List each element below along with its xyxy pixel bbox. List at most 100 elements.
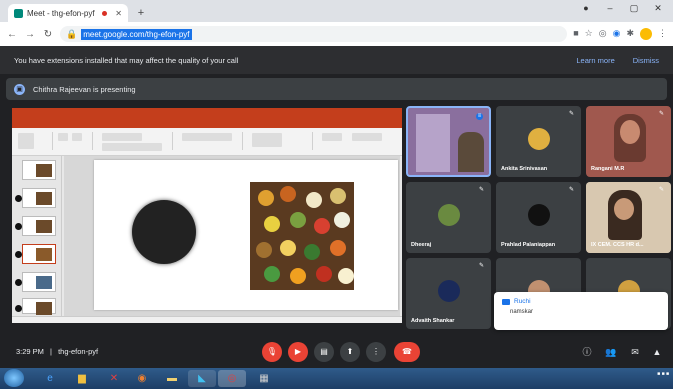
slide-thumbnail xyxy=(15,188,56,208)
spices-photo xyxy=(250,182,354,290)
chat-icon xyxy=(502,298,510,305)
participant-name: Dheeraj xyxy=(411,242,432,248)
menu-kebab-icon[interactable]: ⋮ xyxy=(658,28,667,40)
people-icon[interactable]: 👥 xyxy=(604,345,618,359)
presenting-text: Chithra Rajeevan is presenting xyxy=(33,84,136,94)
presentation-icon: ▣ xyxy=(14,83,25,95)
close-window-button[interactable]: ✕ xyxy=(649,3,667,14)
participant-avatar xyxy=(528,128,550,150)
captions-button[interactable]: ▤ xyxy=(314,342,334,362)
participant-tile[interactable]: ✎ Advaith Shankar xyxy=(406,258,491,329)
profile-icon[interactable]: ● xyxy=(577,3,595,14)
slide-thumbnail xyxy=(15,298,56,315)
participant-avatar xyxy=(528,204,550,226)
muted-mic-icon: ✎ xyxy=(658,187,665,193)
minimize-button[interactable]: – xyxy=(601,3,619,14)
shared-screen-presentation xyxy=(12,108,402,323)
participant-name: IX CEM. CCS HR d... xyxy=(591,242,644,248)
participant-avatar xyxy=(438,204,460,226)
browser-tab-strip: Meet - thg-efon-pyf ✕ + ● – ▢ ✕ xyxy=(0,0,673,22)
muted-mic-icon: ✎ xyxy=(568,187,575,193)
extension-warning-text: You have extensions installed that may a… xyxy=(14,55,239,65)
window-controls: ● – ▢ ✕ xyxy=(577,3,667,14)
camera-permission-icon[interactable]: ■ xyxy=(573,28,578,40)
participant-avatar xyxy=(438,280,460,302)
meet-favicon-icon xyxy=(14,8,23,18)
reload-button[interactable]: ↻ xyxy=(42,29,54,40)
close-tab-icon[interactable]: ✕ xyxy=(115,9,122,18)
slide-thumbnail-selected xyxy=(15,244,56,264)
muted-mic-icon: ✎ xyxy=(478,263,485,269)
slide-canvas xyxy=(64,156,400,316)
participant-name: Advaith Shankar xyxy=(411,318,455,324)
lock-icon: 🔒 xyxy=(66,28,78,39)
participant-tile[interactable]: ≡ xyxy=(406,106,491,177)
participant-name: Rangani M.R xyxy=(591,166,625,172)
black-circle-shape xyxy=(132,200,196,264)
maximize-button[interactable]: ▢ xyxy=(625,3,643,14)
slide-thumbnail xyxy=(15,216,56,236)
participant-tile[interactable]: ✎ IX CEM. CCS HR d... xyxy=(586,182,671,253)
start-button[interactable] xyxy=(4,369,24,387)
learn-more-link[interactable]: Learn more xyxy=(576,56,614,65)
chat-icon-button[interactable]: ✉ xyxy=(628,345,642,359)
participant-tile[interactable]: ✎ Rangani M.R xyxy=(586,106,671,177)
windows-taskbar: e ▆ ✕ ◉ ▬ ◣ ◎ ▦ ■ ■ ■ xyxy=(0,368,673,389)
tab-title: Meet - thg-efon-pyf xyxy=(27,8,95,18)
address-toolbar: ← → ↻ 🔒 meet.google.com/thg-efon-pyf ■ ☆… xyxy=(0,22,673,46)
meeting-control-bar: 3:29 PM | thg-efon-pyf 🎙 ▶ ▤ ⬆ ⋮ ☎ ⓘ 👥 ✉… xyxy=(0,336,673,368)
participant-tile[interactable]: ✎ Ankita Srinivasan xyxy=(496,106,581,177)
profile-avatar-icon[interactable] xyxy=(640,28,652,40)
app-icon[interactable]: ▦ xyxy=(250,370,278,387)
participant-tile[interactable]: ✎ Dheeraj xyxy=(406,182,491,253)
dismiss-button[interactable]: Dismiss xyxy=(633,56,659,65)
slide-thumbnail xyxy=(22,160,56,180)
participant-name: Prahlad Palaniappan xyxy=(501,242,556,248)
app-icon[interactable]: ✕ xyxy=(100,370,128,387)
folder-icon[interactable]: ▬ xyxy=(158,370,186,387)
ppt-title-bar xyxy=(12,108,402,120)
activities-icon[interactable]: ▲ xyxy=(650,345,664,359)
presenting-banner: ▣ Chithra Rajeevan is presenting xyxy=(6,78,667,100)
extension-icon[interactable]: ◎ xyxy=(599,28,607,40)
camera-off-button[interactable]: ▶ xyxy=(288,342,308,362)
slide-thumbnails-pane xyxy=(12,156,62,316)
firefox-icon[interactable]: ◉ xyxy=(128,370,156,387)
chat-message-toast[interactable]: Ruchi namskar xyxy=(494,292,668,330)
present-now-button[interactable]: ⬆ xyxy=(340,342,360,362)
ie-icon[interactable]: e xyxy=(36,370,64,387)
more-options-button[interactable]: ⋮ xyxy=(366,342,386,362)
chat-sender-row: Ruchi xyxy=(502,298,660,305)
meeting-info: 3:29 PM | thg-efon-pyf xyxy=(16,347,99,356)
slide-thumbnail xyxy=(15,272,56,292)
back-button[interactable]: ← xyxy=(6,29,18,40)
participant-name: Ankita Srinivasan xyxy=(501,166,548,172)
extension-warning-bar: You have extensions installed that may a… xyxy=(0,46,673,74)
leave-call-button[interactable]: ☎ xyxy=(394,342,420,362)
address-bar[interactable]: 🔒 meet.google.com/thg-efon-pyf xyxy=(60,26,568,42)
explorer-icon[interactable]: ▆ xyxy=(68,370,96,387)
chrome-icon[interactable]: ◎ xyxy=(218,370,246,387)
extensions-puzzle-icon[interactable]: ✱ xyxy=(626,28,634,40)
participant-tile[interactable]: ✎ Prahlad Palaniappan xyxy=(496,182,581,253)
google-meet-extension-icon[interactable]: ◉ xyxy=(613,28,621,40)
browser-tab-meet[interactable]: Meet - thg-efon-pyf ✕ xyxy=(8,4,128,22)
speaking-indicator-icon: ≡ xyxy=(476,113,483,120)
meeting-details-icon[interactable]: ⓘ xyxy=(580,345,594,359)
bookmark-star-icon[interactable]: ☆ xyxy=(585,28,593,40)
recording-dot-icon xyxy=(102,10,108,16)
url-text: meet.google.com/thg-efon-pyf xyxy=(81,28,192,40)
muted-mic-icon: ✎ xyxy=(658,111,665,117)
muted-mic-icon: ✎ xyxy=(478,187,485,193)
app-icon[interactable]: ◣ xyxy=(188,370,216,387)
mic-muted-button[interactable]: 🎙 xyxy=(262,342,282,362)
meeting-time: 3:29 PM xyxy=(16,347,44,356)
new-tab-button[interactable]: + xyxy=(134,6,148,20)
toolbar-icons: ■ ☆ ◎ ◉ ✱ ⋮ xyxy=(573,28,667,40)
meeting-code: thg-efon-pyf xyxy=(58,347,99,356)
ppt-status-bar xyxy=(12,316,402,323)
forward-button[interactable]: → xyxy=(24,29,36,40)
ppt-ribbon-tabs xyxy=(12,120,402,128)
current-slide xyxy=(94,160,398,310)
ppt-ribbon xyxy=(12,128,402,156)
